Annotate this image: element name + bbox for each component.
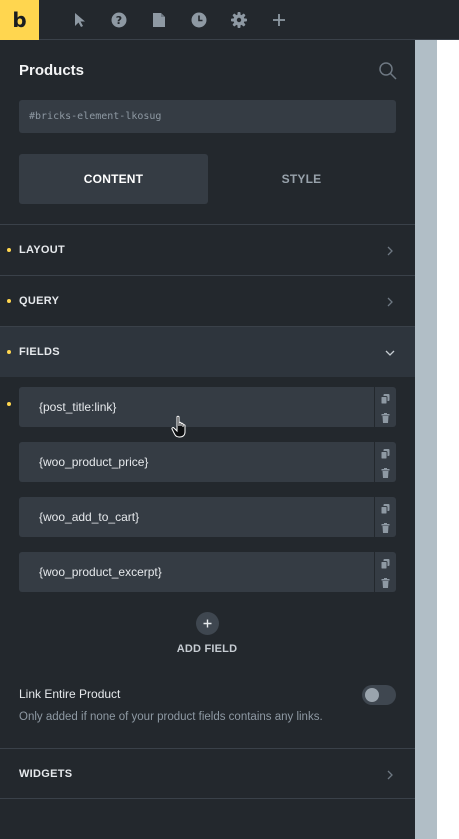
search-icon[interactable] bbox=[378, 61, 398, 81]
add-field-button[interactable] bbox=[196, 612, 219, 635]
field-row: {woo_product_price} bbox=[19, 442, 396, 482]
toggle-knob bbox=[365, 688, 379, 702]
modified-indicator bbox=[7, 402, 11, 406]
field-actions bbox=[375, 497, 396, 537]
field-input[interactable]: {woo_product_excerpt} bbox=[19, 552, 374, 592]
section-layout[interactable]: LAYOUT bbox=[0, 224, 415, 275]
copy-icon[interactable] bbox=[380, 446, 390, 460]
trash-icon[interactable] bbox=[381, 520, 390, 533]
add-field-label[interactable]: ADD FIELD bbox=[157, 643, 257, 655]
preview-gutter bbox=[415, 40, 437, 839]
preview-canvas[interactable] bbox=[437, 40, 459, 839]
settings-icon[interactable] bbox=[231, 12, 247, 28]
trash-icon[interactable] bbox=[381, 410, 390, 423]
trash-icon[interactable] bbox=[381, 465, 390, 478]
field-actions bbox=[375, 387, 396, 427]
add-icon[interactable] bbox=[271, 12, 287, 28]
svg-text:?: ? bbox=[116, 14, 122, 27]
field-actions bbox=[375, 442, 396, 482]
section-label: QUERY bbox=[19, 295, 60, 307]
pages-icon[interactable] bbox=[151, 12, 167, 28]
modified-indicator bbox=[7, 350, 11, 354]
section-fields[interactable]: FIELDS bbox=[0, 326, 415, 377]
copy-icon[interactable] bbox=[380, 556, 390, 570]
chevron-right-icon bbox=[384, 244, 396, 256]
element-panel: Products #bricks-element-lkosug CONTENT … bbox=[0, 40, 415, 839]
field-input[interactable]: {woo_add_to_cart} bbox=[19, 497, 374, 537]
pointer-icon[interactable] bbox=[72, 12, 88, 28]
panel-tabs: CONTENT STYLE bbox=[19, 154, 396, 204]
link-entire-product-label: Link Entire Product bbox=[19, 687, 121, 701]
field-row: {woo_product_excerpt} bbox=[19, 552, 396, 592]
copy-icon[interactable] bbox=[380, 501, 390, 515]
section-label: FIELDS bbox=[19, 346, 60, 358]
field-input[interactable]: {post_title:link} bbox=[19, 387, 374, 427]
element-id-field[interactable]: #bricks-element-lkosug bbox=[19, 100, 396, 133]
panel-title: Products bbox=[19, 62, 85, 79]
field-row: {post_title:link} bbox=[19, 387, 396, 427]
modified-indicator bbox=[7, 299, 11, 303]
field-actions bbox=[375, 552, 396, 592]
link-entire-product-description: Only added if none of your product field… bbox=[19, 711, 323, 723]
section-widgets[interactable]: WIDGETS bbox=[0, 748, 415, 799]
link-entire-product-toggle[interactable] bbox=[362, 685, 396, 705]
chevron-right-icon bbox=[384, 295, 396, 307]
history-icon[interactable] bbox=[191, 12, 207, 28]
plus-icon bbox=[203, 619, 212, 628]
tab-content[interactable]: CONTENT bbox=[19, 154, 208, 204]
field-input[interactable]: {woo_product_price} bbox=[19, 442, 374, 482]
modified-indicator bbox=[7, 248, 11, 252]
hand-cursor-icon bbox=[171, 415, 191, 439]
bricks-logo[interactable]: b bbox=[0, 0, 39, 40]
trash-icon[interactable] bbox=[381, 575, 390, 588]
section-query[interactable]: QUERY bbox=[0, 275, 415, 326]
field-row: {woo_add_to_cart} bbox=[19, 497, 396, 537]
help-icon[interactable]: ? bbox=[111, 12, 127, 28]
logo-letter: b bbox=[12, 8, 27, 32]
chevron-down-icon bbox=[384, 346, 396, 358]
section-label: WIDGETS bbox=[19, 767, 73, 780]
section-label: LAYOUT bbox=[19, 244, 66, 256]
copy-icon[interactable] bbox=[380, 391, 390, 405]
chevron-right-icon bbox=[384, 768, 396, 780]
top-toolbar: b ? bbox=[0, 0, 459, 40]
tab-style[interactable]: STYLE bbox=[207, 154, 396, 204]
